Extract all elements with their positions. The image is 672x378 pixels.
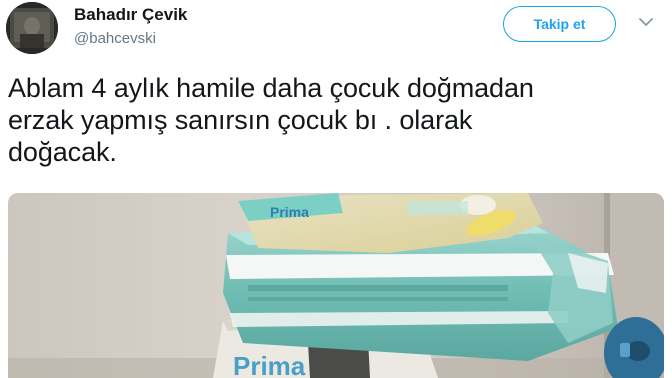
user-avatar[interactable] (6, 2, 58, 54)
tweet-photo[interactable]: Prima Prima (8, 193, 664, 378)
display-name[interactable]: Bahadır Çevik (74, 5, 187, 25)
follow-button[interactable]: Takip et (503, 6, 616, 42)
package-label-top: Prima (270, 204, 309, 220)
tweet-text-line: doğacak. (8, 137, 117, 167)
tweet-text: Ablam 4 aylık hamile daha çocuk doğmadan… (8, 72, 658, 168)
tweet-text-line: Ablam 4 aylık hamile daha çocuk doğmadan (8, 73, 534, 103)
package-label: Prima (233, 351, 306, 378)
username[interactable]: @bahcevski (74, 30, 156, 47)
tweet-text-line: erzak yapmış sanırsın çocuk bı . olarak (8, 105, 473, 135)
chevron-down-icon[interactable] (634, 10, 658, 34)
tweet-card: Bahadır Çevik @bahcevski Takip et Ablam … (0, 0, 672, 378)
